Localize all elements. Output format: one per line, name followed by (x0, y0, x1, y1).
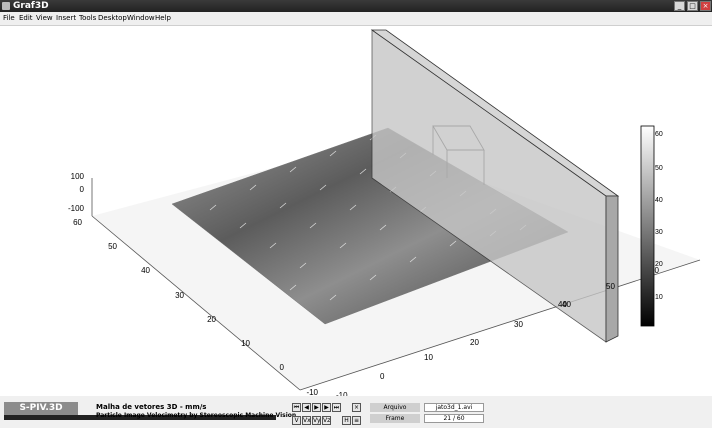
arquivo-label: Arquivo (370, 403, 420, 412)
x-tick: 20 (470, 338, 479, 347)
colorbar-tick: 40 (655, 197, 663, 204)
y-tick: 60 (73, 218, 82, 227)
y-tick: 20 (207, 315, 216, 324)
colorbar (640, 125, 655, 327)
back-tick: 50 (606, 282, 615, 291)
plot-subtitle: Particle Image Velocimetry by Stereoscop… (96, 412, 297, 419)
window-title: Graf3D (13, 1, 49, 11)
menu-file[interactable]: File (3, 12, 15, 25)
menu-insert[interactable]: Insert (56, 12, 76, 25)
colorbar-tick: 50 (655, 165, 663, 172)
app-icon (2, 2, 10, 10)
plot-canvas[interactable]: 100 0 -100 60 50 40 30 20 10 0 -10 -10 0… (0, 26, 712, 428)
back-wall-side (605, 195, 619, 343)
view-vz-button[interactable]: Vz (322, 416, 331, 425)
y-tick: 50 (108, 242, 117, 251)
maximize-button[interactable]: □ (687, 1, 698, 11)
view-v-button[interactable]: V (292, 416, 301, 425)
z-tick: -100 (68, 204, 85, 213)
colorbar-tick: 30 (655, 229, 663, 236)
x-tick: 0 (380, 372, 385, 381)
menu-tools[interactable]: Tools (79, 12, 96, 25)
x-tick: 10 (424, 353, 433, 362)
frame-field[interactable]: 21 / 60 (424, 414, 484, 423)
plot-title: Malha de vetores 3D - mm/s (96, 403, 207, 411)
menu-bar: File Edit View Insert Tools Desktop Wind… (0, 12, 712, 26)
colorbar-tick: 20 (655, 261, 663, 268)
last-frame-button[interactable]: ⏭ (332, 403, 341, 412)
y-tick: 10 (241, 339, 250, 348)
prev-frame-button[interactable]: ◀ (302, 403, 311, 412)
back-tick: 40 (562, 300, 571, 309)
plot-svg: 100 0 -100 60 50 40 30 20 10 0 -10 -10 0… (68, 29, 701, 400)
title-bar: Graf3D _ □ × (0, 0, 712, 12)
y-tick: 30 (175, 291, 184, 300)
view-vy-button[interactable]: Vy (312, 416, 321, 425)
frame-label: Frame (370, 414, 420, 423)
brand-label: S-PIV.3D (4, 402, 78, 415)
z-tick: 100 (71, 172, 85, 181)
close-button[interactable]: × (700, 1, 711, 11)
arquivo-field[interactable]: jato3d_1.avi (424, 403, 484, 412)
play-button[interactable]: ▶ (312, 403, 321, 412)
colorbar-tick: 10 (655, 294, 663, 301)
first-frame-button[interactable]: ⏮ (292, 403, 301, 412)
histogram-button[interactable]: H (342, 416, 351, 425)
x-tick: 30 (514, 320, 523, 329)
menu-help[interactable]: Help (155, 12, 171, 25)
y-tick: 0 (280, 363, 285, 372)
menu-edit[interactable]: Edit (19, 12, 33, 25)
table-button[interactable]: ≡ (352, 416, 361, 425)
next-frame-button[interactable]: ▶ (322, 403, 331, 412)
colorbar-tick: 60 (655, 131, 663, 138)
close-view-button[interactable]: × (352, 403, 361, 412)
menu-view[interactable]: View (36, 12, 53, 25)
minimize-button[interactable]: _ (674, 1, 685, 11)
menu-desktop[interactable]: Desktop (98, 12, 127, 25)
menu-window[interactable]: Window (127, 12, 155, 25)
y-tick: 40 (141, 266, 150, 275)
z-tick: 0 (80, 185, 85, 194)
view-vx-button[interactable]: Vx (302, 416, 311, 425)
